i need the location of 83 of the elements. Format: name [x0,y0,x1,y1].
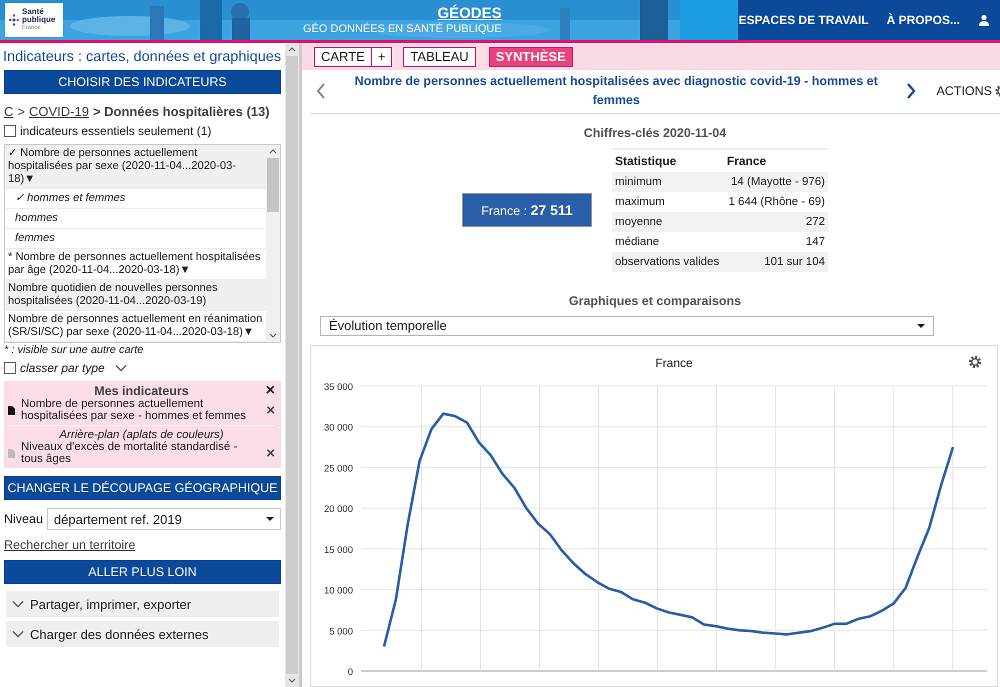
app-title: GÉODES [437,4,502,22]
table-cell: médiane [612,232,724,252]
accordion-header[interactable]: Charger des données externes [6,621,279,647]
total-value: France : 27 511 [481,202,573,218]
axis-tick-label: 5 000 [329,626,353,638]
footnote: * : visible sur une autre carte [4,344,144,356]
indicator-name: Niveaux d'excès de mortalité standardisé - tous âges [21,441,238,465]
table-cell: 101 sur 104 [724,252,828,272]
go-further-button[interactable]: ALLER PLUS LOIN [4,560,281,584]
settings-icon[interactable] [968,356,982,368]
axis-tick-label: 35 000 [324,382,353,393]
table-cell: moyenne [612,212,724,232]
document-icon [8,406,15,414]
indicator-item[interactable]: ✓ Nombre de personnes actuellement hospitalisées par sexe (2020-11-04...2020-03-18)▼ [5,145,266,189]
table-cell: 1 644 (Rhône - 69) [724,192,828,212]
section-title: Chiffres-clés 2020-11-04 [584,126,726,140]
chevron-right-icon[interactable] [906,82,916,100]
search-territory-link[interactable]: Rechercher un territoire [4,538,281,552]
change-geography-button[interactable]: CHANGER LE DÉCOUPAGE GÉOGRAPHIQUE [4,476,281,500]
scroll-up-icon[interactable] [269,149,277,154]
level-select[interactable]: département ref. 2019 [46,508,281,530]
scroll-up-icon[interactable] [288,47,296,52]
scrollbar-thumb[interactable] [286,56,298,674]
remove-button[interactable]: × [266,444,275,462]
panel-heading: Mes indicateurs [94,384,189,398]
table-cell: observations valides [612,252,724,272]
accordion-header[interactable]: Partager, imprimer, exporter [6,591,279,617]
column-header: Statistique [612,148,724,172]
tab[interactable]: CARTE [314,46,372,67]
actions-menu[interactable]: ACTIONS [936,84,992,98]
breadcrumb-link[interactable]: C [4,104,14,119]
checkbox-label: classer par type [20,361,105,375]
section-heading: Arrière-plan (aplats de couleurs) [8,425,275,441]
choose-indicators-button[interactable]: CHOISIR DES INDICATEURS [4,70,281,94]
indicator-item[interactable]: Nombre quotidien de nouvelles personnes hospitalisées (2020-11-04...2020-03-19) [5,280,266,311]
panel-title: Indicateurs : cartes, données et graphiques [3,49,281,65]
axis-tick-label: 30 000 [324,422,353,434]
scroll-down-icon[interactable] [269,333,277,338]
tab[interactable]: TABLEAU [403,46,476,67]
table-cell: minimum [612,172,724,192]
scroll-down-icon[interactable] [288,678,296,683]
caret-down-icon[interactable] [917,324,925,328]
breadcrumb-current: > Données hospitalières (13) [92,104,270,119]
indicator-name: Nombre de personnes actuellement hospitalisées par sexe - hommes et femmes [21,398,247,422]
table-cell: 272 [724,212,828,232]
logo-text: Santé [22,8,45,16]
app-subtitle: GÉO DONNÉES EN SANTÉ PUBLIQUE [303,22,502,36]
breadcrumb-separator: > [17,104,25,119]
tab[interactable]: + [372,46,392,67]
column-header: France [724,148,828,172]
scrollbar[interactable] [285,43,299,687]
checkbox[interactable] [4,362,16,374]
axis-tick-label: 25 000 [324,463,353,474]
checkbox[interactable] [4,125,16,137]
checkbox-label: indicateurs essentiels seulement (1) [20,124,212,138]
field-label: Niveau [4,512,43,526]
chevron-down-icon[interactable] [12,600,24,608]
chevron-down-icon[interactable] [114,364,127,372]
caret-down-icon[interactable] [266,517,274,521]
logo-text: publique [22,16,56,24]
chevron-left-icon[interactable] [316,82,326,100]
user-icon[interactable] [978,14,990,26]
table-cell: maximum [612,192,724,212]
axis-tick-label: 0 [348,667,353,678]
table-cell: 147 [724,232,828,252]
tab[interactable]: SYNTHÈSE [488,46,573,67]
indicator-title: Nombre de personnes actuellement hospitalisées avec diagnostic covid-19 - hommes et femmes [354,73,879,110]
scrollbar-thumb[interactable] [267,158,279,212]
chevron-down-icon[interactable] [12,630,24,638]
chart-type-select[interactable]: Évolution temporelle [320,316,934,336]
nav-link[interactable]: À PROPOS... [886,13,960,27]
remove-button[interactable]: × [266,402,275,418]
scrollbar[interactable] [266,145,280,342]
axis-tick-label: 10 000 [324,586,353,597]
table-cell: 14 (Mayotte - 976) [724,172,828,192]
close-button[interactable]: × [266,382,275,400]
chart-title: France [655,356,693,370]
breadcrumb-link[interactable]: COVID-19 [28,104,89,119]
section-title: Graphiques et comparaisons [568,294,742,308]
axis-tick-label: 20 000 [324,504,353,516]
document-icon [8,448,15,458]
axis-tick-label: 15 000 [324,544,353,556]
nav-link[interactable]: ESPACES DE TRAVAIL [738,13,869,27]
